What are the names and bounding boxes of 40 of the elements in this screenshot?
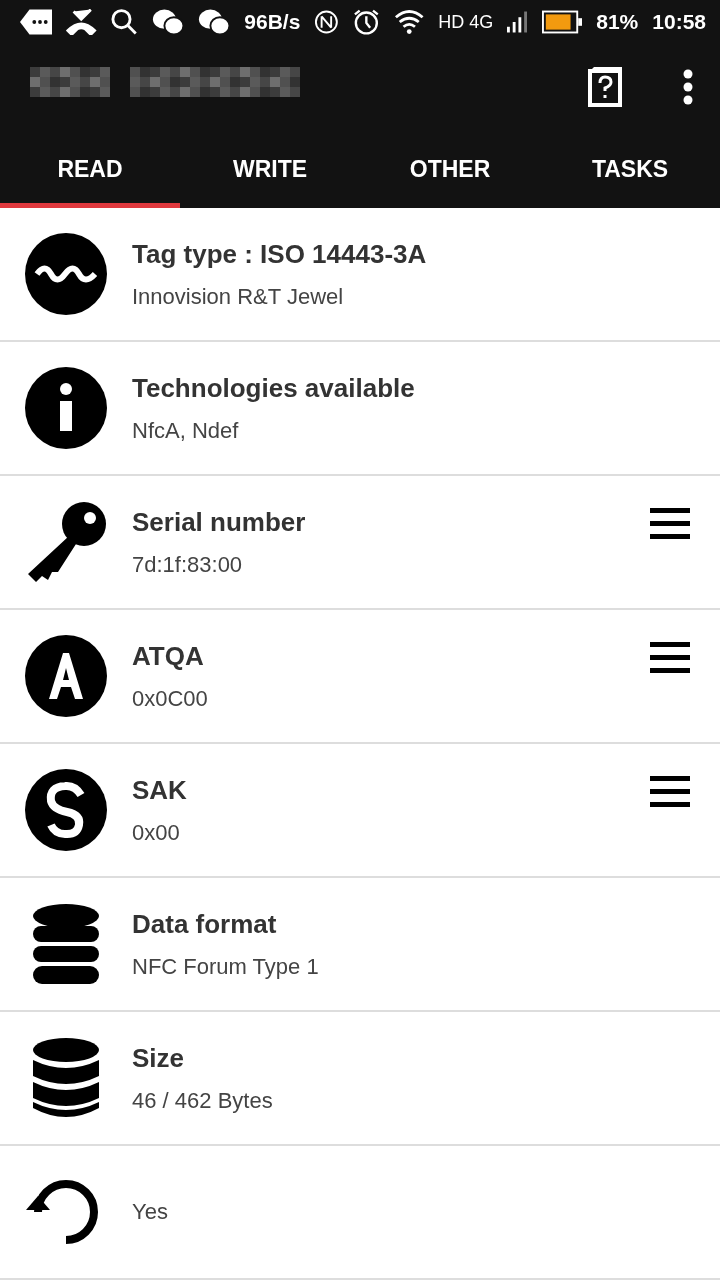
clock: 10:58 <box>652 10 706 35</box>
network-type: HD 4G <box>438 11 494 33</box>
menu-icon[interactable] <box>650 642 690 674</box>
wave-icon <box>25 233 107 315</box>
row-title: Serial number <box>132 506 307 538</box>
row-title: Size <box>132 1042 186 1074</box>
battery-percent: 81% <box>596 10 639 35</box>
row-value: 0x00 <box>132 819 181 846</box>
help-book-icon[interactable] <box>586 66 624 107</box>
info-icon <box>25 367 107 449</box>
alarm-icon <box>353 8 380 37</box>
menu-icon[interactable] <box>650 776 690 808</box>
row-value: NFC Forum Type 1 <box>132 953 320 980</box>
row-value: Yes <box>132 1199 169 1225</box>
row-title: SAK <box>132 774 188 806</box>
row-title: ATQA <box>132 640 205 672</box>
message-icon <box>20 9 53 36</box>
row-value: 46 / 462 Bytes <box>132 1087 274 1114</box>
row-value: 7d:1f:83:00 <box>132 551 244 578</box>
row-value: Innovision R&T Jewel <box>132 283 345 310</box>
row-value: 0x0C00 <box>132 685 209 712</box>
letter-icon <box>25 769 107 851</box>
more-icon[interactable] <box>682 68 694 105</box>
database-icon <box>31 902 101 986</box>
missed-call-icon <box>66 9 97 36</box>
row-title: Technologies available <box>132 372 416 404</box>
row-title: Data format <box>132 908 278 940</box>
battery-icon <box>542 10 583 35</box>
chat-icon <box>197 8 231 37</box>
letter-icon <box>25 635 107 717</box>
nfc-icon <box>314 9 340 36</box>
row-value: NfcA, Ndef <box>132 417 240 444</box>
database-icon <box>31 1036 101 1120</box>
signal-icon <box>507 11 529 34</box>
search-icon <box>110 8 138 37</box>
wifi-icon <box>393 9 425 36</box>
row-title: Tag type : ISO 14443-3A <box>132 238 428 270</box>
chat-icon <box>151 8 184 37</box>
network-speed: 96B/s <box>244 10 301 35</box>
menu-icon[interactable] <box>650 508 690 540</box>
